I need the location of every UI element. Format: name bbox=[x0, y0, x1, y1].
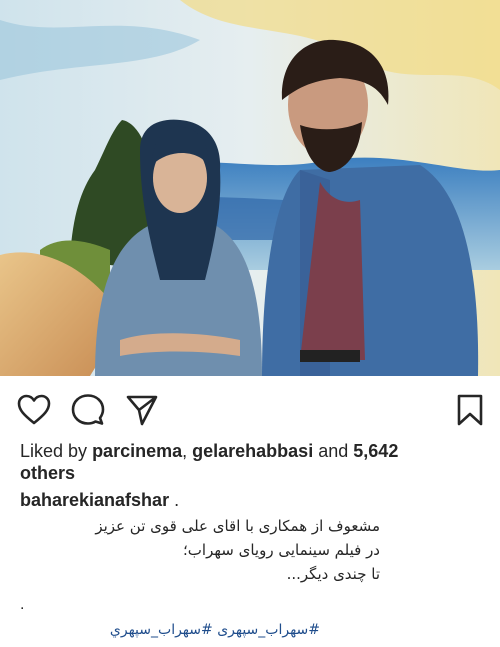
instagram-post: Liked by parcinema, gelarehabbasi and 5,… bbox=[0, 0, 500, 647]
liked-by-user-1[interactable]: parcinema bbox=[92, 441, 182, 461]
author-username[interactable]: baharekianafshar bbox=[20, 490, 169, 510]
paper-plane-icon[interactable] bbox=[124, 392, 160, 428]
action-bar bbox=[0, 388, 500, 432]
author-suffix: . bbox=[174, 490, 180, 510]
post-photo[interactable] bbox=[0, 0, 500, 376]
likes-prefix: Liked by bbox=[20, 441, 88, 461]
hashtag-line: #سهراب_سپهری #سهراب_سپهري bbox=[20, 619, 320, 641]
likes-and: and bbox=[318, 441, 349, 461]
caption-line-4: . bbox=[20, 596, 25, 613]
caption-username: baharekianafshar . bbox=[20, 489, 179, 511]
caption-line-1: مشعوف از همکاری با اقای علی قوی تن عزیز bbox=[95, 517, 380, 535]
caption-line-3: تا چندی دیگر... bbox=[286, 565, 380, 583]
likes-others[interactable]: others bbox=[20, 463, 75, 483]
comment-bubble-icon[interactable] bbox=[70, 392, 106, 428]
hashtag-2[interactable]: #سهراب_سپهري bbox=[110, 622, 213, 638]
liked-by-user-2[interactable]: gelarehabbasi bbox=[192, 441, 313, 461]
likes-separator: , bbox=[182, 441, 188, 461]
heart-icon[interactable] bbox=[16, 392, 52, 428]
bookmark-icon[interactable] bbox=[452, 392, 488, 428]
post-photo-illustration bbox=[0, 0, 500, 376]
caption-line-2: در فیلم سینمایی رویای سهراب؛ bbox=[183, 541, 380, 559]
caption-text: مشعوف از همکاری با اقای علی قوی تن عزیز … bbox=[20, 514, 380, 586]
likes-count[interactable]: 5,642 bbox=[353, 441, 398, 461]
likes-summary: Liked by parcinema, gelarehabbasi and 5,… bbox=[20, 440, 440, 484]
hashtag-1[interactable]: #سهراب_سپهری bbox=[217, 622, 320, 638]
